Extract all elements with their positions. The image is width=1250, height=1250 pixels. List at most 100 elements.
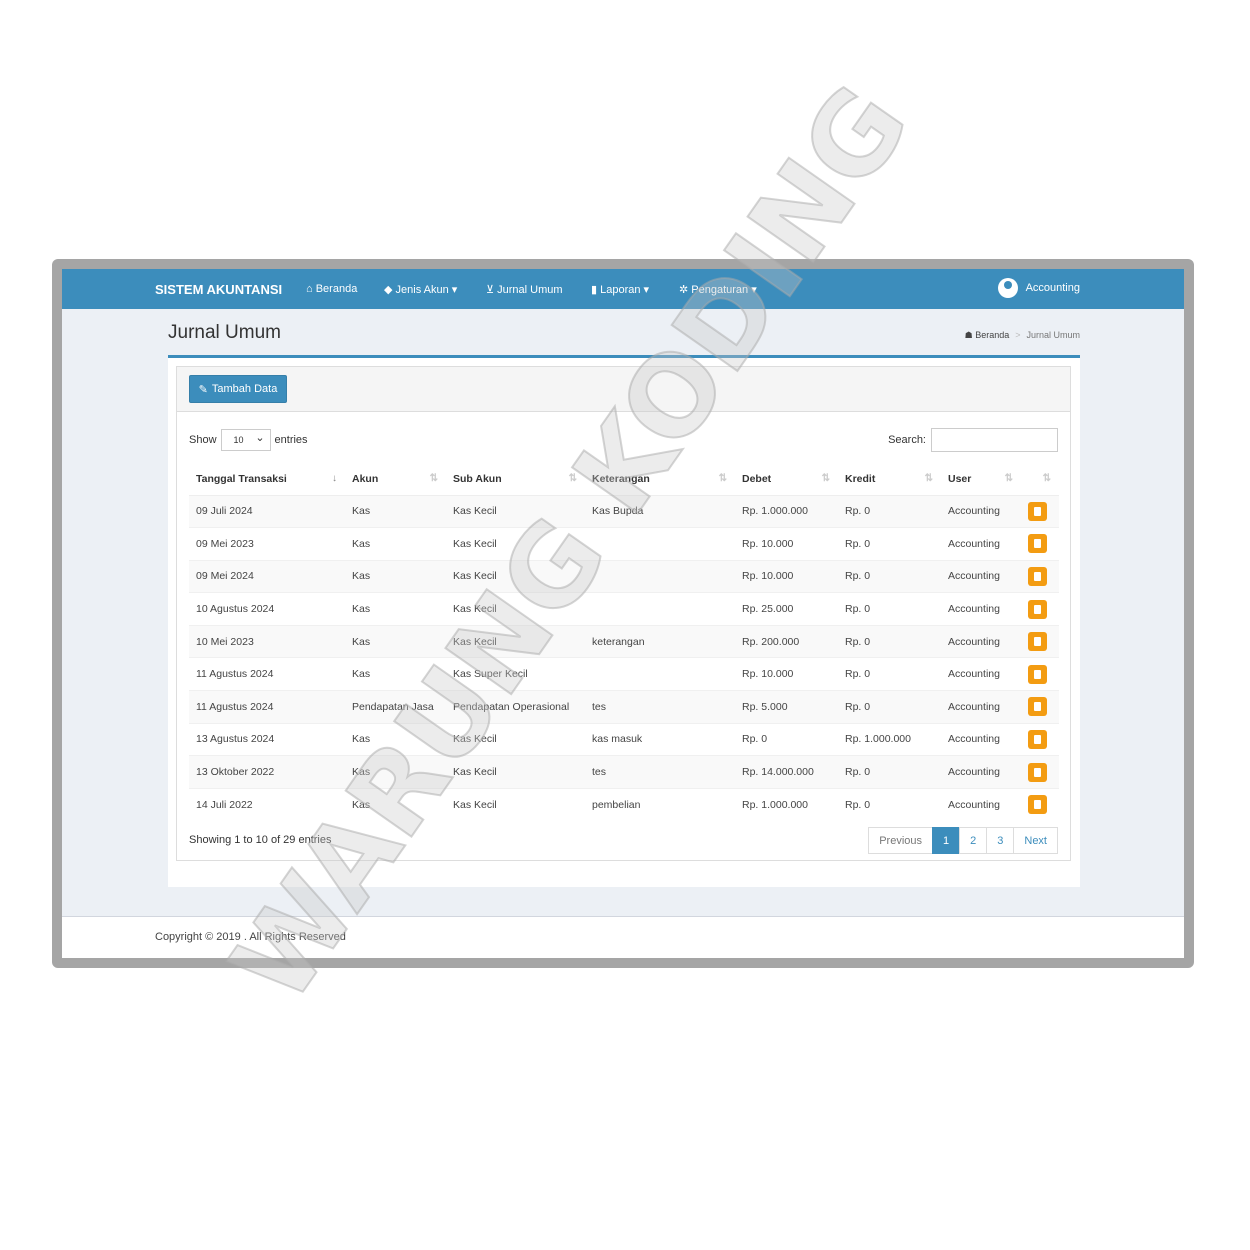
table-cell: Rp. 10.000 (735, 527, 838, 561)
table-cell (585, 592, 735, 626)
sort-icon: ⇅ (821, 473, 830, 484)
avatar (997, 278, 1018, 298)
entries-select[interactable]: 10 (220, 429, 271, 451)
trash-icon (1034, 669, 1041, 679)
table-cell: 09 Mei 2024 (189, 559, 345, 593)
column-header[interactable]: Debet ⇅ (735, 463, 838, 496)
previous-button[interactable]: Previous (868, 827, 933, 854)
column-header[interactable]: User ⇅ (941, 463, 1021, 496)
column-header[interactable]: ⇅ (1021, 463, 1059, 496)
delete-button[interactable] (1028, 566, 1047, 586)
next-button[interactable]: Next (1013, 827, 1058, 854)
table-cell: Rp. 0 (838, 624, 941, 658)
table-cell: 13 Oktober 2022 (189, 755, 345, 789)
panel: ✎Tambah Data Show10entries Search: Tangg… (176, 366, 1071, 861)
nav-pengaturan[interactable]: ✲ Pengaturan ▾ (679, 283, 757, 296)
table-cell: tes (585, 690, 735, 724)
device-frame: SISTEM AKUNTANSI ⌂ Beranda ◆ Jenis Akun … (52, 259, 1194, 968)
page-1[interactable]: 1 (932, 827, 961, 854)
page-2[interactable]: 2 (959, 827, 988, 854)
table-cell: 09 Juli 2024 (189, 494, 345, 528)
table-cell: Kas Bupda (585, 494, 735, 528)
gear-icon: ✲ (679, 284, 689, 296)
dashboard-icon: ☗ (964, 330, 973, 340)
table-cell: Accounting (941, 755, 1021, 789)
table-cell: 11 Agustus 2024 (189, 690, 345, 724)
nav-jurnal-umum[interactable]: ⊻ Jurnal Umum (486, 283, 563, 296)
table-cell: pembelian (585, 787, 735, 821)
table-cell: Rp. 10.000 (735, 559, 838, 593)
entries-control: Show10entries (189, 429, 308, 451)
add-data-button[interactable]: ✎ Tambah Data (189, 375, 287, 403)
table-cell: Rp. 0 (735, 722, 838, 756)
delete-button[interactable] (1028, 534, 1047, 554)
journal-table: Tanggal Transaksi ↓ Akun ⇅ Sub Akun ⇅ Keterang… (189, 463, 1059, 821)
trash-icon (1034, 637, 1041, 647)
breadcrumb-home[interactable]: Beranda (975, 330, 1009, 340)
table-cell: Accounting (941, 592, 1021, 626)
home-icon: ⌂ (306, 283, 313, 295)
table-cell: Kas (345, 624, 446, 658)
table-row: 09 Mei 2023 Kas Kas Kecil Rp. 10.000 Rp. 0 Ac… (189, 527, 1059, 561)
table-row: 13 Agustus 2024 Kas Kas Kecil kas masuk Rp. … (189, 722, 1059, 756)
delete-button[interactable] (1028, 795, 1047, 815)
table-cell: Rp. 0 (838, 592, 941, 626)
table-cell: Rp. 0 (838, 657, 941, 691)
table-row: 14 Juli 2022 Kas Kas Kecil pembelian Rp. 1.0… (189, 787, 1059, 821)
delete-button[interactable] (1028, 729, 1047, 749)
table-cell: Accounting (941, 690, 1021, 724)
table-cell: Kas Kecil (446, 624, 585, 658)
sort-icon: ⇅ (568, 473, 577, 484)
brand[interactable]: SISTEM AKUNTANSI (155, 282, 282, 297)
table-cell: Kas Super Kecil (446, 657, 585, 691)
table-cell: tes (585, 755, 735, 789)
table-cell: Rp. 10.000 (735, 657, 838, 691)
delete-button[interactable] (1028, 664, 1047, 684)
file-icon: ▮ (591, 284, 598, 296)
table-cell: Kas Kecil (446, 494, 585, 528)
table-cell: Rp. 0 (838, 787, 941, 821)
column-header[interactable]: Kredit ⇅ (838, 463, 941, 496)
delete-button[interactable] (1028, 697, 1047, 717)
trash-icon (1034, 604, 1041, 614)
delete-button[interactable] (1028, 501, 1047, 521)
table-cell: Accounting (941, 559, 1021, 593)
table-cell: keterangan (585, 624, 735, 658)
table-cell: Rp. 0 (838, 559, 941, 593)
column-header[interactable]: Sub Akun ⇅ (446, 463, 585, 496)
table-cell: Kas Kecil (446, 592, 585, 626)
table-cell: Rp. 14.000.000 (735, 755, 838, 789)
column-header[interactable]: Tanggal Transaksi ↓ (189, 463, 345, 496)
sort-icon: ↓ (332, 473, 337, 484)
search-input[interactable] (931, 428, 1058, 452)
nav-jenis-akun[interactable]: ◆ Jenis Akun ▾ (384, 283, 457, 296)
table-cell: Rp. 0 (838, 690, 941, 724)
trash-icon (1034, 800, 1041, 810)
table-cell: Kas (345, 755, 446, 789)
delete-button[interactable] (1028, 762, 1047, 782)
table-cell: Kas Kecil (446, 755, 585, 789)
nav-laporan[interactable]: ▮ Laporan ▾ (591, 283, 649, 296)
table-cell: Kas (345, 722, 446, 756)
delete-button[interactable] (1028, 632, 1047, 652)
table-cell: Kas (345, 559, 446, 593)
table-cell: 10 Mei 2023 (189, 624, 345, 658)
table-cell: Accounting (941, 494, 1021, 528)
page-3[interactable]: 3 (986, 827, 1015, 854)
table-cell: 11 Agustus 2024 (189, 657, 345, 691)
table-cell: Accounting (941, 722, 1021, 756)
table-cell: 13 Agustus 2024 (189, 722, 345, 756)
table-cell: Rp. 1.000.000 (838, 722, 941, 756)
tag-icon: ◆ (384, 284, 393, 296)
column-header[interactable]: Keterangan ⇅ (585, 463, 735, 496)
nav-beranda[interactable]: ⌂ Beranda (306, 283, 357, 295)
table-cell (585, 559, 735, 593)
table-cell: Accounting (941, 787, 1021, 821)
column-header[interactable]: Akun ⇅ (345, 463, 446, 496)
delete-button[interactable] (1028, 599, 1047, 619)
table-row: 13 Oktober 2022 Kas Kas Kecil tes Rp. 14.000… (189, 755, 1059, 789)
trash-icon (1034, 506, 1041, 516)
trash-icon (1034, 734, 1041, 744)
content-box: ✎Tambah Data Show10entries Search: Tangg… (168, 355, 1080, 887)
user-menu[interactable]: Accounting (997, 278, 1080, 298)
